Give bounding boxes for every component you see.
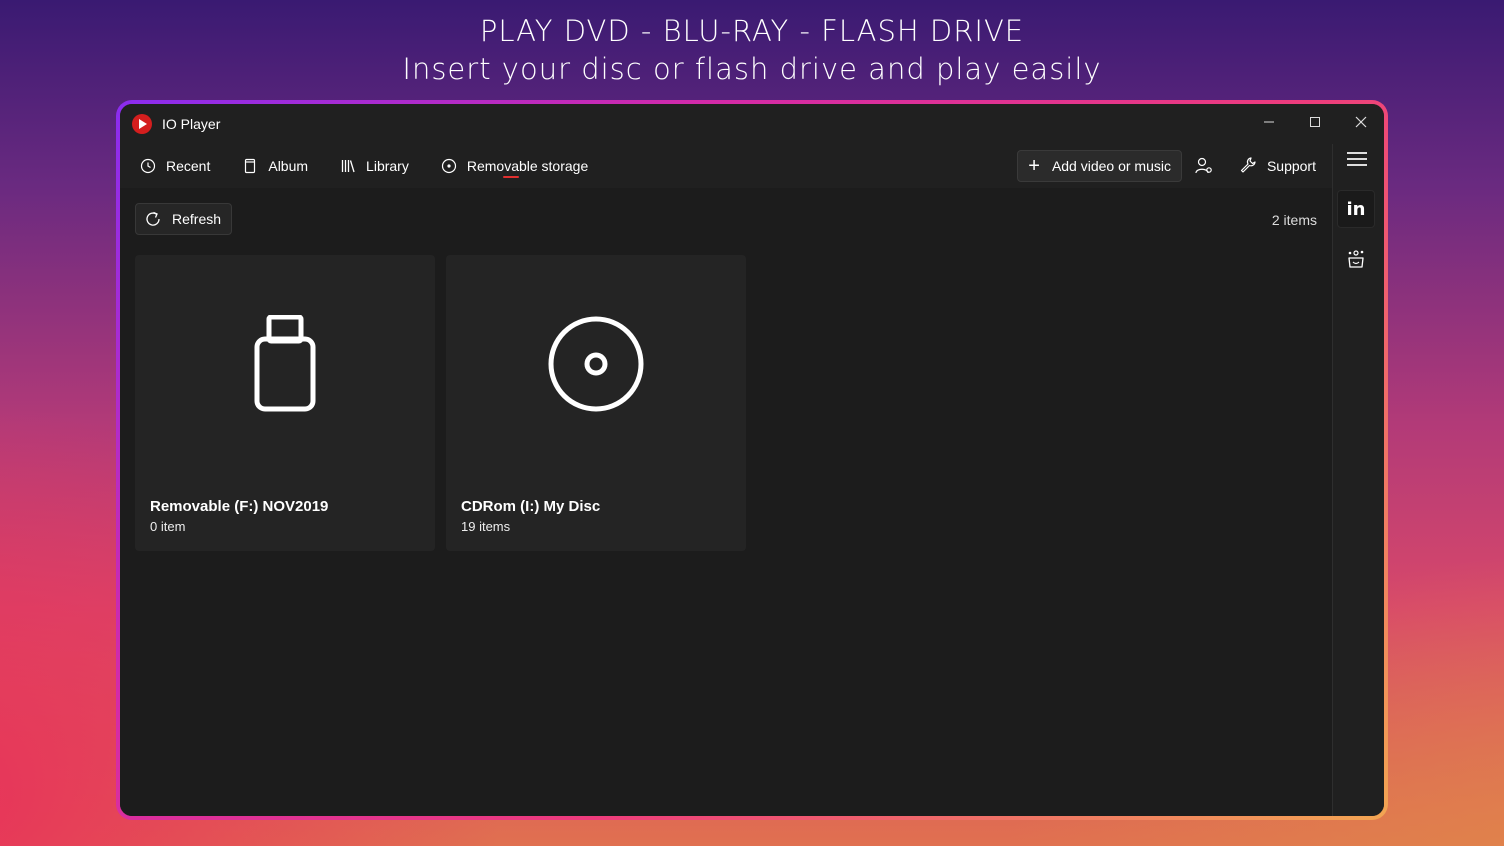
promo-headline: PLAY DVD - BLU-RAY - FLASH DRIVE Insert …: [0, 12, 1504, 88]
app-logo-icon: [132, 114, 152, 134]
refresh-icon: [144, 210, 162, 228]
right-sidebar: in: [1332, 144, 1384, 816]
cd-disc-icon: [446, 315, 746, 415]
close-button[interactable]: [1338, 104, 1384, 140]
share-button[interactable]: [1337, 240, 1375, 278]
drive-card[interactable]: Removable (F:) NOV2019 0 item: [135, 255, 435, 551]
clock-icon: [140, 158, 156, 174]
share-icon: [1348, 250, 1364, 268]
support-label: Support: [1266, 158, 1316, 174]
account-settings-button[interactable]: [1194, 156, 1214, 176]
refresh-label: Refresh: [172, 211, 222, 227]
minimize-icon: [1264, 121, 1274, 123]
usb-drive-icon: [135, 315, 435, 415]
nav-item-library[interactable]: Library: [324, 144, 425, 188]
library-icon: [340, 158, 356, 174]
nav-item-removable-storage[interactable]: Removable storage: [425, 144, 604, 188]
minimize-button[interactable]: [1246, 104, 1292, 140]
menu-icon[interactable]: [1347, 152, 1367, 168]
wrench-icon: [1239, 156, 1257, 177]
nav-item-album[interactable]: Album: [226, 144, 324, 188]
maximize-button[interactable]: [1292, 104, 1338, 140]
window-frame: IO Player Recent Album Library Removable…: [116, 100, 1388, 820]
add-button-label: Add video or music: [1051, 158, 1171, 174]
item-count: 2 items: [1271, 212, 1317, 228]
drive-name: Removable (F:) NOV2019: [150, 498, 329, 515]
linkedin-icon: in: [1346, 198, 1366, 220]
headline-line-2: Insert your disc or flash drive and play…: [402, 52, 1102, 86]
nav-label-removable-storage: Removable storage: [466, 158, 589, 174]
main-navigation: Recent Album Library Removable storage +…: [120, 144, 1332, 188]
maximize-icon: [1310, 117, 1320, 127]
drive-item-count: 19 items: [461, 519, 511, 534]
refresh-button[interactable]: Refresh: [135, 203, 233, 235]
window-controls: [1246, 104, 1384, 144]
removable-storage-content: Refresh 2 items Removable (F:) NOV2019 0…: [120, 188, 1332, 816]
plus-icon: +: [1028, 154, 1040, 177]
drive-item-count: 0 item: [150, 519, 186, 534]
title-bar[interactable]: IO Player: [120, 104, 1384, 144]
support-button[interactable]: Support: [1239, 144, 1316, 188]
linkedin-button[interactable]: in: [1337, 190, 1375, 228]
app-window: IO Player Recent Album Library Removable…: [120, 104, 1384, 816]
disc-icon: [441, 158, 457, 174]
nav-label-album: Album: [268, 158, 309, 174]
app-title: IO Player: [162, 116, 221, 132]
drive-card[interactable]: CDRom (I:) My Disc 19 items: [446, 255, 746, 551]
user-settings-icon: [1195, 157, 1212, 174]
nav-item-recent[interactable]: Recent: [120, 144, 226, 188]
album-icon: [242, 158, 258, 174]
add-video-or-music-button[interactable]: + Add video or music: [1017, 150, 1182, 182]
drive-name: CDRom (I:) My Disc: [461, 498, 601, 515]
close-icon: [1355, 116, 1367, 128]
nav-label-recent: Recent: [166, 158, 211, 174]
headline-line-1: PLAY DVD - BLU-RAY - FLASH DRIVE: [479, 14, 1025, 48]
nav-label-library: Library: [366, 158, 409, 174]
